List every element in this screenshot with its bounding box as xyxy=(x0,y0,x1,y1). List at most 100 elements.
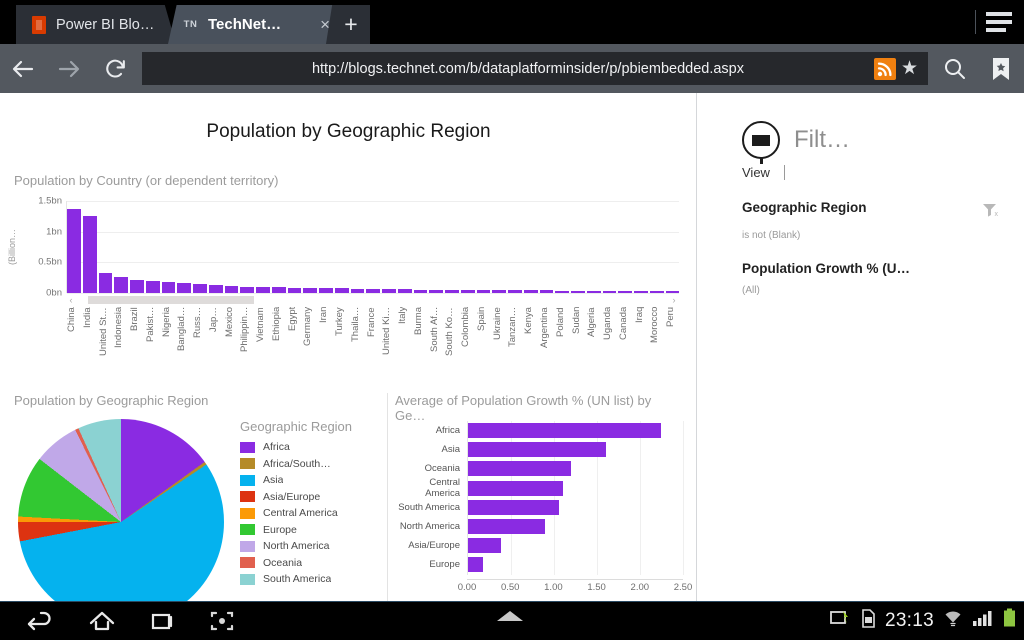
column-bar[interactable] xyxy=(350,288,365,293)
hbar[interactable] xyxy=(468,499,560,515)
hbar[interactable] xyxy=(468,557,483,573)
column-bar[interactable] xyxy=(539,290,554,293)
hbar-row[interactable]: Asia/Europe xyxy=(395,536,684,556)
clear-filter-icon[interactable]: x xyxy=(982,202,1004,223)
legend-item[interactable]: Asia/Europe xyxy=(240,491,380,503)
column-bar[interactable] xyxy=(256,287,270,293)
legend-item[interactable]: South America xyxy=(240,573,380,585)
column-bar[interactable] xyxy=(67,208,81,293)
scroll-left-arrow[interactable]: ‹ xyxy=(66,295,76,305)
column-bar[interactable] xyxy=(303,288,317,293)
hbar-row[interactable]: Asia xyxy=(395,440,684,460)
avg-population-growth-chart[interactable]: Average of Population Growth % (UN list)… xyxy=(387,393,692,601)
scrollbar-track[interactable] xyxy=(76,295,669,304)
hbar[interactable] xyxy=(468,423,661,438)
column-bar[interactable] xyxy=(98,273,113,293)
column-bar[interactable] xyxy=(571,290,585,293)
x-axis-label: Morocco xyxy=(649,307,661,344)
menu-icon[interactable] xyxy=(984,9,1014,35)
recents-icon[interactable] xyxy=(134,601,194,640)
back-icon[interactable] xyxy=(0,44,46,93)
column-bar[interactable] xyxy=(476,290,491,293)
browser-tab-0[interactable]: Power BI Blo… xyxy=(16,5,176,44)
chart-horizontal-scrollbar[interactable]: ‹ › xyxy=(66,294,679,305)
column-bar[interactable] xyxy=(460,290,475,293)
forward-icon[interactable] xyxy=(46,44,92,93)
column-bar[interactable] xyxy=(634,290,648,293)
filter-field-geographic-region[interactable]: Geographic Region x xyxy=(742,200,1004,221)
legend-item[interactable]: North America xyxy=(240,540,380,552)
column-bar[interactable] xyxy=(508,289,522,293)
hbar-row[interactable]: Central America xyxy=(395,477,684,499)
hbar-row[interactable]: Oceania xyxy=(395,459,684,479)
column-bar[interactable] xyxy=(193,284,207,293)
column-bar[interactable] xyxy=(602,290,617,293)
hbar-row[interactable]: Africa xyxy=(395,421,684,441)
legend-item[interactable]: Europe xyxy=(240,524,380,536)
column-bar[interactable] xyxy=(319,288,333,293)
hbar-row[interactable]: South America xyxy=(395,497,684,517)
filters-view-row[interactable]: View xyxy=(742,165,1004,180)
population-by-country-chart[interactable]: Population by Country (or dependent terr… xyxy=(7,173,680,373)
scrollbar-thumb[interactable] xyxy=(87,295,254,304)
usb-debug-icon xyxy=(830,609,852,632)
url-input[interactable]: http://blogs.technet.com/b/dataplatformi… xyxy=(142,52,928,85)
bookmark-star-icon[interactable]: ★ xyxy=(901,59,918,78)
column-bar[interactable] xyxy=(413,289,428,293)
column-bar[interactable] xyxy=(445,289,459,293)
pie-slices[interactable] xyxy=(18,419,224,601)
column-bar[interactable] xyxy=(382,289,396,293)
back-icon[interactable] xyxy=(10,601,70,640)
hbar-row[interactable]: Europe xyxy=(395,555,684,575)
column-bar[interactable] xyxy=(177,283,191,293)
column-bar[interactable] xyxy=(649,290,664,293)
hbar[interactable] xyxy=(468,538,501,554)
hbar[interactable] xyxy=(468,480,564,496)
column-bar[interactable] xyxy=(240,286,254,293)
home-icon[interactable] xyxy=(72,601,132,640)
column-bar[interactable] xyxy=(82,216,97,293)
browser-tab-1[interactable]: TN TechNet… × xyxy=(168,5,340,44)
column-bar[interactable] xyxy=(224,285,239,293)
new-tab-button[interactable]: + xyxy=(326,5,370,44)
column-bar[interactable] xyxy=(429,289,443,293)
column-bar[interactable] xyxy=(287,287,302,293)
column-bar[interactable] xyxy=(586,290,601,293)
column-bar[interactable] xyxy=(492,290,506,293)
column-bar[interactable] xyxy=(334,288,349,293)
column-bar[interactable] xyxy=(555,290,569,293)
filter-field-population-growth[interactable]: Population Growth % (U… xyxy=(742,261,1004,276)
hbar[interactable] xyxy=(468,442,606,458)
column-bar[interactable] xyxy=(208,285,223,293)
x-axis-label: Canada xyxy=(617,307,629,341)
scroll-right-arrow[interactable]: › xyxy=(669,295,679,305)
bookmarks-icon[interactable] xyxy=(978,44,1024,93)
population-by-region-pie[interactable]: Population by Geographic Region Geograph… xyxy=(14,393,374,601)
hbar[interactable] xyxy=(468,518,546,534)
hbar[interactable] xyxy=(468,461,572,477)
column-bar[interactable] xyxy=(618,290,632,293)
column-bar[interactable] xyxy=(366,288,380,293)
column-bar[interactable] xyxy=(665,291,680,293)
column-bar[interactable] xyxy=(271,287,286,293)
legend-item[interactable]: Africa xyxy=(240,441,380,453)
column-bar[interactable] xyxy=(130,280,144,293)
search-icon[interactable] xyxy=(932,44,978,93)
close-icon[interactable]: × xyxy=(310,16,330,33)
gridline xyxy=(597,497,598,517)
column-bar[interactable] xyxy=(523,290,538,293)
legend-item[interactable]: Oceania xyxy=(240,557,380,569)
screenshot-icon[interactable] xyxy=(192,601,252,640)
reload-icon[interactable] xyxy=(92,44,138,93)
funnel-icon[interactable] xyxy=(742,121,780,164)
legend-item[interactable]: Asia xyxy=(240,474,380,486)
column-bar[interactable] xyxy=(397,289,412,293)
column-bars[interactable] xyxy=(67,201,680,293)
legend-item[interactable]: Africa/South… xyxy=(240,458,380,470)
column-bar[interactable] xyxy=(114,277,128,293)
hbar-row[interactable]: North America xyxy=(395,516,684,537)
legend-item[interactable]: Central America xyxy=(240,507,380,519)
column-bar[interactable] xyxy=(145,281,160,293)
column-bar[interactable] xyxy=(161,281,176,293)
rss-icon[interactable] xyxy=(873,57,896,80)
